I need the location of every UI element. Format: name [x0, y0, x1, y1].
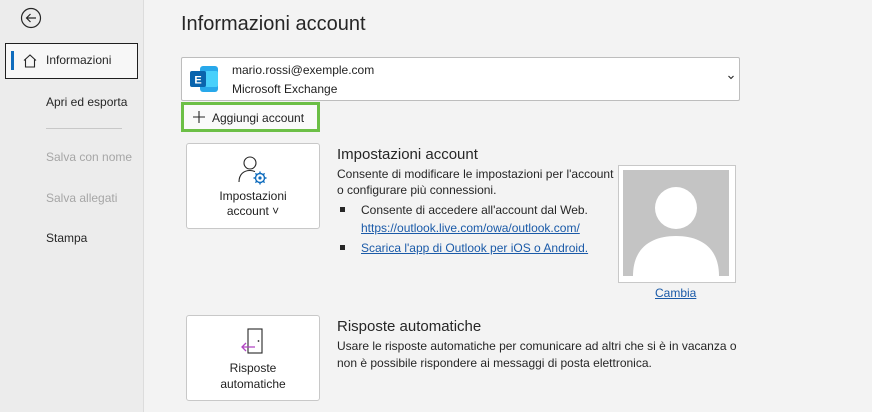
outlook-web-link[interactable]: https://outlook.live.com/owa/outlook.com…: [361, 220, 580, 237]
bullet-marker: [340, 207, 345, 212]
mobile-app-link[interactable]: Scarica l'app di Outlook per iOS o Andro…: [361, 240, 588, 257]
back-arrow-icon: [20, 7, 42, 29]
account-settings-button-line2: account ˅: [226, 204, 280, 218]
account-settings-desc-line2: o configurare più connessioni.: [337, 183, 497, 197]
backstage-sidebar: Informazioni Apri ed esporta Salva con n…: [0, 0, 144, 412]
auto-replies-desc-line1: Usare le risposte automatiche per comuni…: [337, 339, 737, 353]
plus-icon: [193, 111, 205, 123]
auto-replies-icon: [241, 328, 263, 354]
chevron-down-icon: [728, 75, 734, 80]
sidebar-divider: [46, 128, 122, 129]
account-settings-button[interactable]: Impostazioni account ˅: [186, 143, 320, 229]
add-account-button[interactable]: Aggiungi account: [181, 102, 320, 132]
page-title: Informazioni account: [181, 13, 366, 35]
sidebar-item-label: Stampa: [46, 231, 88, 245]
change-photo-link[interactable]: Cambia: [655, 286, 696, 300]
sidebar-item-label: Informazioni: [46, 53, 112, 67]
sidebar-item-salva-allegati[interactable]: Salva allegati: [0, 183, 143, 213]
auto-replies-desc-line2: non è possibile rispondere ai messaggi d…: [337, 356, 652, 370]
account-settings-desc-line1: Consente di modificare le impostazioni p…: [337, 167, 614, 181]
exchange-logo-icon: E: [190, 66, 218, 92]
account-selector[interactable]: E mario.rossi@exemple.com Microsoft Exch…: [181, 57, 740, 101]
account-email: mario.rossi@exemple.com: [232, 63, 375, 77]
auto-replies-button-line1: Risposte: [229, 361, 277, 375]
auto-replies-title: Risposte automatiche: [337, 318, 482, 335]
back-button[interactable]: [20, 7, 42, 29]
sidebar-item-salva-con-nome[interactable]: Salva con nome: [0, 142, 143, 172]
auto-replies-button-line2: automatiche: [220, 377, 286, 391]
add-account-label: Aggiungi account: [212, 111, 305, 125]
sidebar-item-apri-ed-esporta[interactable]: Apri ed esporta: [0, 87, 143, 117]
sidebar-item-label: Apri ed esporta: [46, 95, 128, 109]
sidebar-item-informazioni[interactable]: Informazioni: [5, 43, 138, 79]
sidebar-item-label: Salva con nome: [46, 150, 133, 164]
person-silhouette-icon: [633, 187, 719, 276]
sidebar-item-stampa[interactable]: Stampa: [0, 223, 143, 253]
sidebar-item-label: Salva allegati: [46, 191, 118, 205]
svg-text:E: E: [194, 75, 201, 87]
account-settings-icon: [238, 156, 267, 185]
home-icon: [23, 54, 37, 68]
bullet-marker: [340, 245, 345, 250]
profile-photo-frame: [618, 165, 736, 283]
account-settings-title: Impostazioni account: [337, 146, 478, 163]
account-settings-button-line1: Impostazioni: [219, 189, 287, 203]
auto-replies-button[interactable]: Risposte automatiche: [186, 315, 320, 401]
account-type: Microsoft Exchange: [232, 82, 338, 96]
profile-photo-placeholder: [623, 170, 729, 276]
selection-indicator: [11, 51, 14, 70]
web-access-text: Consente di accedere all'account dal Web…: [361, 203, 588, 217]
